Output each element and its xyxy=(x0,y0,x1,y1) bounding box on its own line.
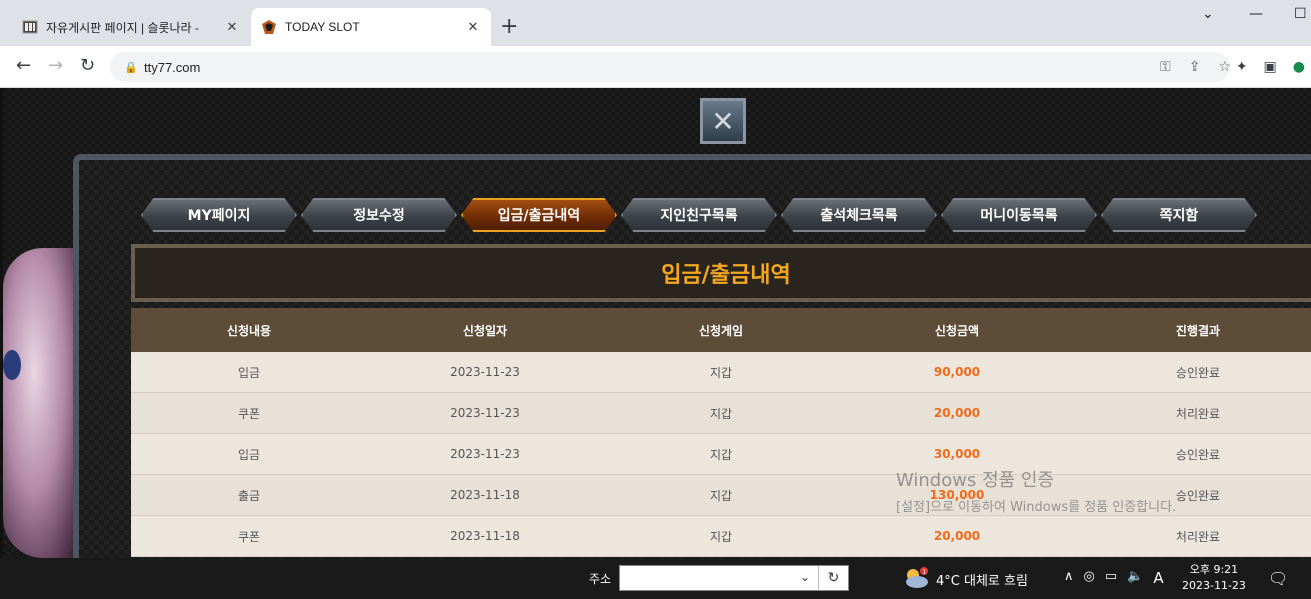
refresh-icon[interactable]: ↻ xyxy=(818,566,848,590)
column-header: 신청내용 xyxy=(226,323,272,338)
omnibox[interactable]: 🔒 tty77.com xyxy=(110,52,1230,82)
cell-date: 2023-11-18 xyxy=(450,488,520,502)
tab-close-icon[interactable]: ✕ xyxy=(224,20,240,35)
clock-date: 2023-11-23 xyxy=(1182,579,1246,592)
tab-active[interactable]: TODAY SLOT ✕ xyxy=(251,8,491,46)
cell-status: 승인완료 xyxy=(1175,447,1221,462)
table-row: 쿠폰 2023-11-23 지갑 20,000 처리완료 xyxy=(131,393,1311,434)
address-bar: ← → ↻ 🔒 tty77.com ⚿ ⇪ ☆ ✦ ▣ ● xyxy=(0,46,1311,88)
key-icon[interactable]: ⚿ xyxy=(1160,59,1171,75)
menu-item-friends[interactable]: 지인친구목록 xyxy=(621,198,777,232)
svg-text:1: 1 xyxy=(923,569,927,576)
activation-watermark: Windows 정품 인증 [설정]으로 이동하여 Windows를 정품 인증… xyxy=(896,466,1176,515)
menu-item-deposit-withdraw[interactable]: 입금/출금내역 xyxy=(461,198,617,232)
close-popup-icon[interactable]: ✕ xyxy=(700,98,746,144)
weather-text[interactable]: 4°C 대체로 흐림 xyxy=(936,570,1028,589)
watermark-subtitle: [설정]으로 이동하여 Windows를 정품 인증합니다. xyxy=(896,500,1177,515)
star-icon[interactable]: ☆ xyxy=(1218,59,1231,75)
taskbar-address-input[interactable]: ⌄ ↻ xyxy=(619,565,849,591)
reload-icon[interactable]: ↻ xyxy=(80,55,95,76)
cell-game: 지갑 xyxy=(709,365,733,380)
column-header: 신청금액 xyxy=(934,323,980,338)
cell-status: 처리완료 xyxy=(1175,406,1221,421)
section-title-box: 입금/출금내역 xyxy=(131,244,1311,302)
cell-amount: 90,000 xyxy=(933,365,981,379)
cell-status: 승인완료 xyxy=(1175,365,1221,380)
forward-icon[interactable]: → xyxy=(48,55,63,76)
cell-date: 2023-11-23 xyxy=(450,406,520,420)
clock-time: 오후 9:21 xyxy=(1189,563,1239,576)
table-body: 입금 2023-11-23 지갑 90,000 승인완료 쿠폰 2023-11-… xyxy=(131,352,1311,557)
extension-icons: ✦ ▣ ● xyxy=(1236,59,1305,75)
menu-item-attendance[interactable]: 출석체크목록 xyxy=(781,198,937,232)
new-tab-icon[interactable]: + xyxy=(500,14,518,39)
network-icon[interactable]: ▭ xyxy=(1105,569,1117,587)
lock-icon: 🔒 xyxy=(124,60,138,74)
volume-icon[interactable]: 🔈 xyxy=(1127,569,1143,587)
cell-date: 2023-11-18 xyxy=(450,529,520,543)
cell-type: 입금 xyxy=(237,365,261,380)
cell-amount: 30,000 xyxy=(933,447,981,461)
menu-item-money-transfer[interactable]: 머니이동목록 xyxy=(941,198,1097,232)
watermark-title: Windows 정품 인증 xyxy=(896,470,1055,491)
system-tray: ∧ ◎ ▭ 🔈 A xyxy=(1064,569,1164,587)
chevron-up-icon[interactable]: ∧ xyxy=(1064,569,1074,587)
menu-item-mypage[interactable]: MY페이지 xyxy=(141,198,297,232)
cell-date: 2023-11-23 xyxy=(450,365,520,379)
notification-icon[interactable]: 🗨 xyxy=(1268,569,1288,588)
cell-type: 쿠폰 xyxy=(237,529,261,544)
mascot-eye xyxy=(3,350,21,380)
ime-indicator[interactable]: A xyxy=(1153,569,1163,587)
menu-item-messages[interactable]: 쪽지함 xyxy=(1101,198,1257,232)
cell-type: 쿠폰 xyxy=(237,406,261,421)
url-text: tty77.com xyxy=(144,59,201,75)
today-slot-favicon-icon xyxy=(261,19,277,35)
tab-close-icon[interactable]: ✕ xyxy=(465,20,481,35)
cell-amount: 20,000 xyxy=(933,529,981,543)
table-row: 입금 2023-11-23 지갑 90,000 승인완료 xyxy=(131,352,1311,393)
cell-type: 출금 xyxy=(237,488,261,503)
omnibox-icons: ⚿ ⇪ ☆ xyxy=(1160,59,1231,75)
cell-game: 지갑 xyxy=(709,447,733,462)
cell-game: 지갑 xyxy=(709,488,733,503)
chevron-down-icon[interactable]: ⌄ xyxy=(800,570,810,584)
taskbar-address-label: 주소 xyxy=(589,572,612,586)
tab-search-chevron-icon[interactable]: ⌄ xyxy=(1202,6,1214,22)
tab-title: TODAY SLOT xyxy=(285,20,360,34)
table-row: 쿠폰 2023-11-18 지갑 20,000 처리완료 xyxy=(131,516,1311,557)
cell-type: 입금 xyxy=(237,447,261,462)
tab-title: 자유게시판 페이지 | 슬롯나라 - xyxy=(46,20,199,35)
section-title: 입금/출금내역 xyxy=(661,263,791,288)
mascot-image xyxy=(3,248,81,558)
cell-game: 지갑 xyxy=(709,529,733,544)
cell-date: 2023-11-23 xyxy=(450,447,520,461)
puzzle-icon[interactable]: ✦ xyxy=(1236,59,1248,75)
column-header: 신청일자 xyxy=(462,323,508,338)
mypage-menu: MY페이지 정보수정 입금/출금내역 지인친구목록 출석체크목록 머니이동목록 … xyxy=(141,198,1257,232)
history-table: 신청내용 신청일자 신청게임 신청금액 진행결과 입금 2023-11-23 지… xyxy=(131,308,1311,557)
meet-now-icon[interactable]: ◎ xyxy=(1084,569,1095,587)
cell-status: 처리완료 xyxy=(1175,529,1221,544)
maximize-icon[interactable]: ☐ xyxy=(1294,6,1307,22)
sidebar-icon[interactable]: ▣ xyxy=(1264,59,1277,75)
column-header: 진행결과 xyxy=(1175,323,1221,338)
tab-inactive[interactable]: 자유게시판 페이지 | 슬롯나라 - ✕ xyxy=(12,8,250,46)
minimize-icon[interactable]: — xyxy=(1249,6,1263,22)
share-icon[interactable]: ⇪ xyxy=(1189,59,1201,75)
clock[interactable]: 오후 9:21 2023-11-23 xyxy=(1182,562,1246,594)
column-header: 신청게임 xyxy=(698,323,744,338)
taskbar: 주소 ⌄ ↻ 1 4°C 대체로 흐림 ∧ ◎ ▭ 🔈 A 오후 9:21 20… xyxy=(0,558,1311,599)
cell-amount: 20,000 xyxy=(933,406,981,420)
weather-cloud-icon[interactable]: 1 xyxy=(902,566,930,590)
cell-game: 지갑 xyxy=(709,406,733,421)
back-icon[interactable]: ← xyxy=(16,55,31,76)
menu-item-edit-info[interactable]: 정보수정 xyxy=(301,198,457,232)
profile-icon[interactable]: ● xyxy=(1293,59,1305,75)
slot-favicon-icon xyxy=(22,19,38,35)
browser-tab-bar: 자유게시판 페이지 | 슬롯나라 - ✕ TODAY SLOT ✕ + ⌄ — … xyxy=(0,0,1311,46)
table-header: 신청내용 신청일자 신청게임 신청금액 진행결과 xyxy=(131,308,1311,352)
